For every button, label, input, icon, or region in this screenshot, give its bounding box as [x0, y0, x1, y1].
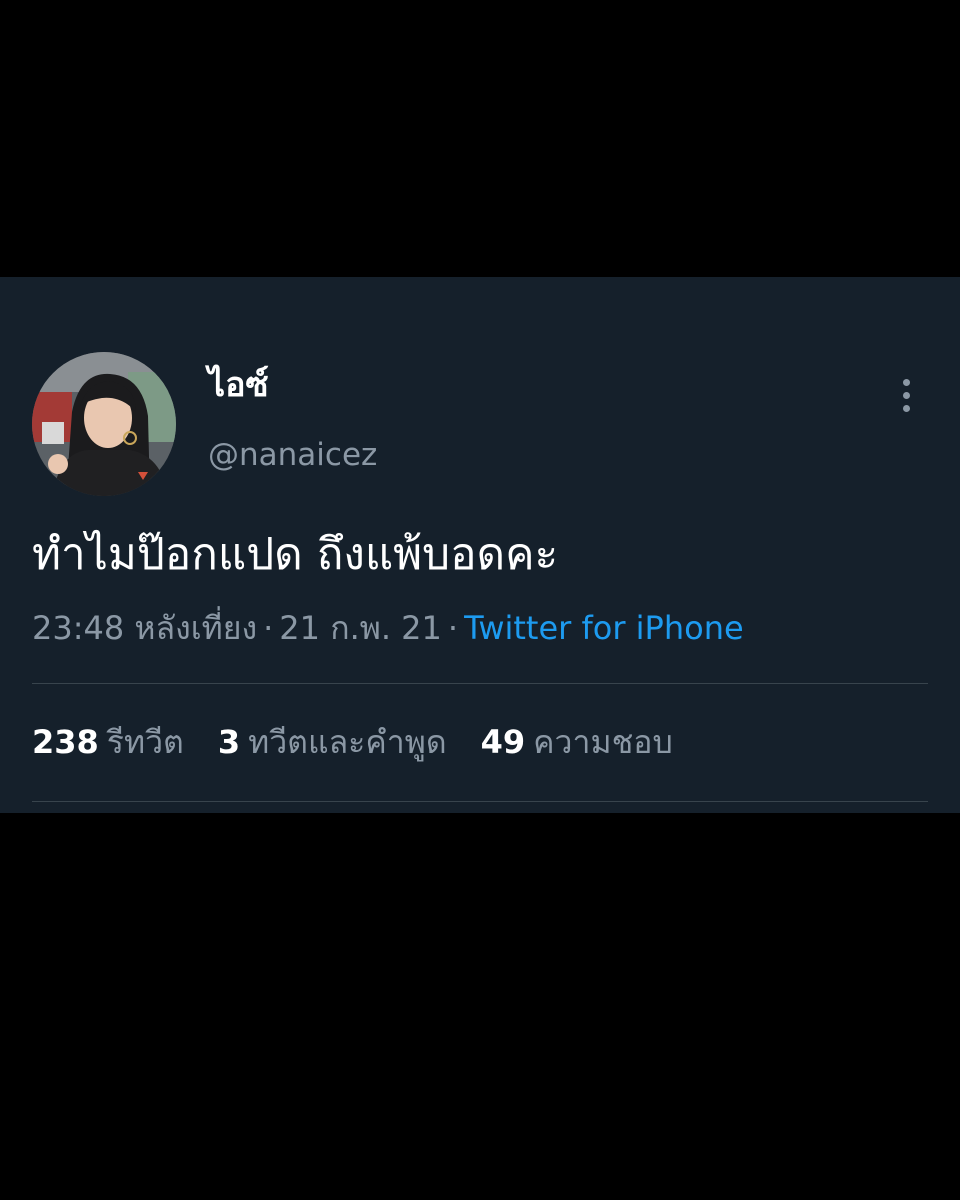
- more-vertical-icon-dot: [902, 404, 910, 412]
- divider: [32, 683, 928, 684]
- quotes-label: ทวีตและคำพูด: [248, 723, 447, 761]
- more-vertical-icon: [902, 378, 910, 386]
- tweet-time[interactable]: 23:48 หลังเที่ยง: [32, 609, 257, 647]
- meta-separator: ·: [447, 609, 459, 647]
- display-name[interactable]: ไอซ์: [208, 365, 269, 405]
- likes-stat[interactable]: 49 ความชอบ: [481, 721, 673, 763]
- avatar-photo: [32, 352, 176, 496]
- retweets-label: รีทวีต: [106, 723, 184, 761]
- likes-label: ความชอบ: [533, 723, 673, 761]
- tweet-text: ทำไมป๊อกแปด ถึงแพ้บอดคะ: [32, 529, 559, 580]
- tweet-stats: 238 รีทวีต 3 ทวีตและคำพูด 49 ความชอบ: [32, 721, 673, 763]
- avatar[interactable]: [32, 352, 176, 496]
- divider: [32, 801, 928, 802]
- quotes-count: 3: [217, 723, 241, 761]
- meta-separator: ·: [263, 609, 274, 647]
- more-vertical-icon-dot: [902, 391, 910, 399]
- likes-count: 49: [480, 723, 526, 761]
- tweet-card: ไอซ์ @nanaicez ทำไมป๊อกแปด ถึงแพ้บอดคะ 2…: [0, 277, 960, 813]
- tweet-date[interactable]: 21 ก.พ. 21: [279, 609, 442, 647]
- more-options-button[interactable]: [888, 373, 924, 417]
- tweet-meta: 23:48 หลังเที่ยง · 21 ก.พ. 21 · Twitter for …: [32, 607, 744, 649]
- tweet-source-link[interactable]: Twitter for iPhone: [464, 609, 744, 647]
- retweets-count: 238: [32, 723, 99, 761]
- user-handle[interactable]: @nanaicez: [208, 435, 377, 475]
- retweets-stat[interactable]: 238 รีทวีต: [32, 721, 184, 763]
- quotes-stat[interactable]: 3 ทวีตและคำพูด: [218, 721, 447, 763]
